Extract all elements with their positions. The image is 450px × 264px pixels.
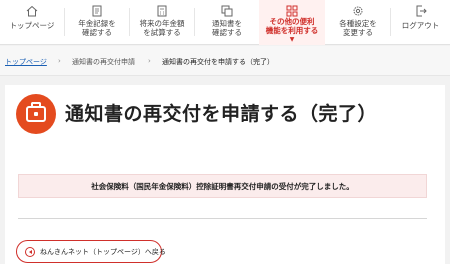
notice-text: 社会保険料（国民年金保険料）控除証明書再交付申請の受付が完了しました。 <box>91 182 354 191</box>
completion-notice: 社会保険料（国民年金保険料）控除証明書再交付申請の受付が完了しました。 <box>18 174 427 198</box>
copy-icon <box>221 5 233 17</box>
logout-icon <box>416 5 427 17</box>
nav-label: 通知書を 確認する <box>212 19 242 37</box>
nav-item-pension-estimate[interactable]: 将来の年金額 を試算する <box>130 0 194 45</box>
breadcrumb-level2: 通知書の再交付申請 <box>72 58 135 66</box>
nav-label: 各種設定を 変更する <box>339 19 377 37</box>
gear-icon <box>353 6 363 16</box>
breadcrumb-home-link[interactable]: トップページ <box>5 57 47 67</box>
briefcase-icon <box>16 94 56 134</box>
nav-label: ログアウト <box>401 21 440 30</box>
breadcrumb: トップページ › 通知書の再交付申請 › 通知書の再交付を申請する（完了） <box>0 46 450 76</box>
nav-label: トップページ <box>9 21 55 30</box>
back-button-label: ねんきんネット（トップページ）へ戻る <box>40 248 166 256</box>
nav-label: 年金記録を 確認する <box>78 19 116 37</box>
back-arrow-icon <box>25 247 35 257</box>
calculator-icon <box>157 5 167 17</box>
home-icon <box>26 5 38 17</box>
nav-label: その他の便利 機能を利用する <box>265 17 319 35</box>
grid-icon <box>286 5 298 17</box>
nav-item-logout[interactable]: ログアウト <box>391 0 450 45</box>
nav-item-settings[interactable]: 各種設定を 変更する <box>326 0 390 45</box>
nav-label: 将来の年金額 を試算する <box>139 19 185 37</box>
chevron-down-icon: ▼ <box>289 36 295 43</box>
back-to-top-button[interactable]: ねんきんネット（トップページ）へ戻る <box>16 240 166 263</box>
nav-item-pension-records[interactable]: 年金記録を 確認する <box>65 0 129 45</box>
page-title: 通知書の再交付を申請する（完了） <box>65 103 378 125</box>
breadcrumb-separator: › <box>148 57 151 65</box>
nav-item-notices[interactable]: 通知書を 確認する <box>195 0 259 45</box>
breadcrumb-separator: › <box>58 57 61 65</box>
divider <box>18 218 427 219</box>
breadcrumb-current: 通知書の再交付を申請する（完了） <box>162 58 274 66</box>
document-icon <box>92 5 102 17</box>
nav-item-top-page[interactable]: トップページ <box>0 0 64 45</box>
nav-item-other-functions[interactable]: その他の便利 機能を利用する ▼ <box>259 0 325 45</box>
top-navigation: トップページ 年金記録を 確認する 将来の年金額 を試算する 通知書を 確認する… <box>0 0 450 45</box>
